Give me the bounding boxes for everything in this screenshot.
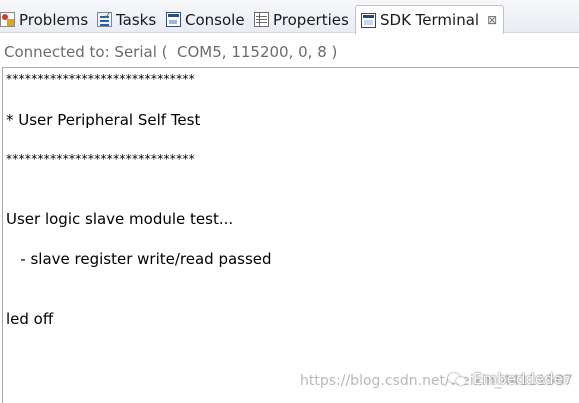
problems-icon [0,12,15,27]
tasks-icon [97,9,112,27]
tab-tasks-label: Tasks [116,10,157,29]
terminal-line: ****************************** [6,152,195,166]
terminal-line: - slave register write/read passed [6,250,272,268]
terminal-line: * User Peripheral Self Test [6,111,201,129]
tab-problems[interactable]: Problems [0,6,88,33]
watermark-brand: Embeddeder [448,370,569,388]
view-tab-bar: Problems Tasks Console Properties SDK Te… [0,0,579,34]
sdk-terminal-icon [361,12,376,28]
tab-problems-label: Problems [19,10,89,29]
terminal-line: User logic slave module test... [6,210,234,228]
tab-properties-label: Properties [273,10,349,29]
terminal-line: led off [6,310,54,328]
close-tab-icon[interactable]: ⊠ [487,14,497,26]
tab-sdk-terminal[interactable]: SDK Terminal ⊠ [355,5,505,34]
watermark-brand-label: Embeddeder [473,370,570,388]
connection-status: Connected to: Serial ( COM5, 115200, 0, … [4,43,338,61]
tab-tasks[interactable]: Tasks [97,6,156,33]
properties-icon [254,12,269,27]
console-icon [166,12,181,27]
terminal-output-area[interactable]: ****************************** * User Pe… [2,67,579,403]
tab-console[interactable]: Console [166,6,245,33]
wechat-icon [448,371,468,387]
terminal-line: ****************************** [6,72,195,86]
tab-properties[interactable]: Properties [254,6,349,33]
tab-sdk-terminal-label: SDK Terminal [380,11,480,29]
tab-console-label: Console [185,10,245,29]
